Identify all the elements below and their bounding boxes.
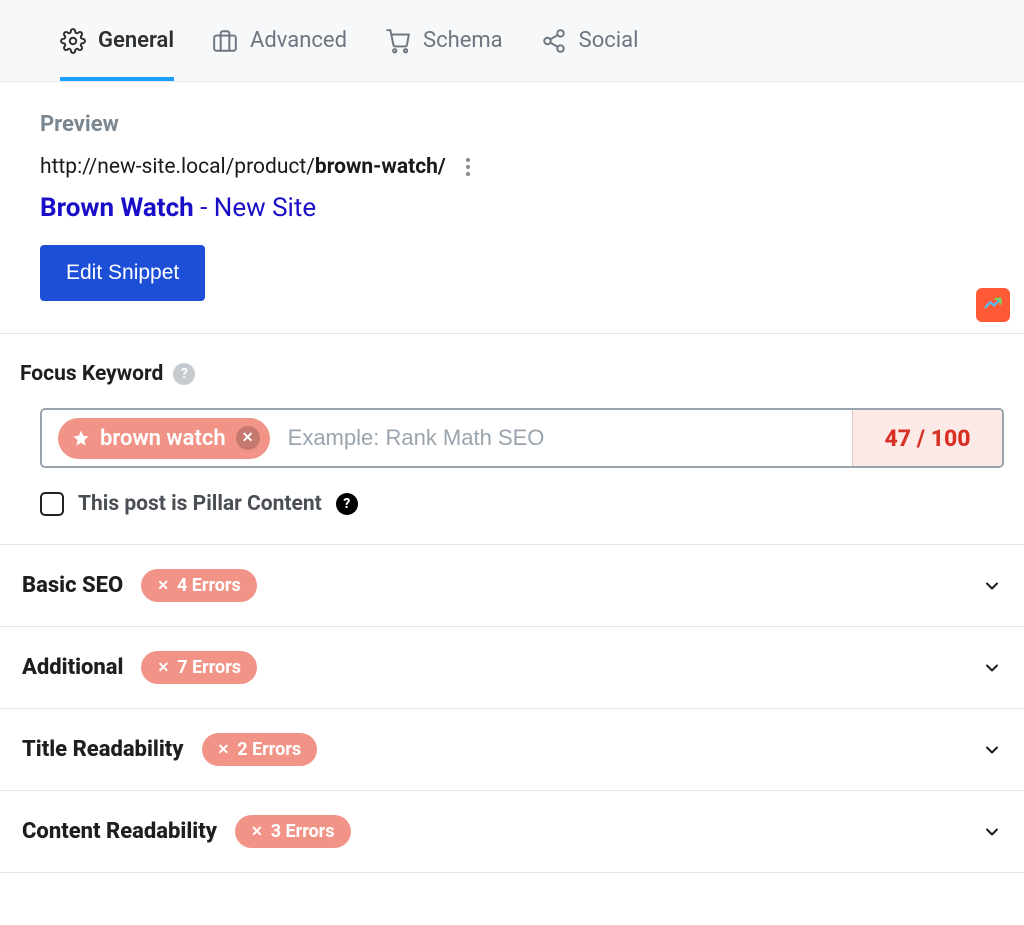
trend-widget-button[interactable] [976,288,1010,322]
error-count: 7 Errors [177,657,241,678]
error-badge: ✕ 4 Errors [141,569,257,602]
acc-content-readability[interactable]: Content Readability ✕ 3 Errors [0,791,1024,873]
focus-keyword-section: Focus Keyword ? brown watch ✕ 47 / 100 T… [0,334,1024,516]
tab-label: Advanced [250,28,347,53]
preview-serp-title: Brown Watch - New Site [40,193,984,223]
preview-url-row: http://new-site.local/product/brown-watc… [40,155,984,179]
preview-url-prefix: http://new-site.local/product/ [40,155,315,179]
x-icon: ✕ [157,578,169,594]
chevron-down-icon [982,576,1002,596]
error-count: 4 Errors [177,575,241,596]
tab-general[interactable]: General [60,0,174,81]
serp-title-main: Brown Watch [40,193,194,223]
gear-icon [60,28,86,54]
acc-title-readability[interactable]: Title Readability ✕ 2 Errors [0,709,1024,791]
acc-title: Title Readability [22,737,184,762]
share-icon [541,28,567,54]
edit-snippet-button[interactable]: Edit Snippet [40,245,205,301]
acc-title: Content Readability [22,819,217,844]
tab-schema[interactable]: Schema [385,0,503,81]
briefcase-icon [212,28,238,54]
acc-title: Basic SEO [22,573,123,598]
keyword-chip-text: brown watch [100,426,226,451]
seo-score-badge: 47 / 100 [852,410,1002,466]
remove-chip-icon[interactable]: ✕ [236,426,260,450]
tab-label: Social [579,28,639,53]
error-count: 3 Errors [271,821,335,842]
star-icon [72,429,90,447]
error-count: 2 Errors [237,739,301,760]
preview-url-slug: brown-watch/ [315,155,446,179]
x-icon: ✕ [251,824,263,840]
pillar-content-label: This post is Pillar Content [78,492,322,516]
acc-title: Additional [22,655,123,680]
acc-additional[interactable]: Additional ✕ 7 Errors [0,627,1024,709]
pillar-content-checkbox[interactable] [40,492,64,516]
preview-section: Preview http://new-site.local/product/br… [0,82,1024,301]
seo-sections-accordion: Basic SEO ✕ 4 Errors Additional ✕ 7 Erro… [0,544,1024,873]
tab-advanced[interactable]: Advanced [212,0,347,81]
chevron-down-icon [982,740,1002,760]
trend-arrow-icon [983,293,1003,317]
tab-label: Schema [423,28,503,53]
help-icon[interactable]: ? [173,363,195,385]
acc-basic-seo[interactable]: Basic SEO ✕ 4 Errors [0,545,1024,627]
help-icon[interactable]: ? [336,493,358,515]
kebab-menu-icon[interactable] [460,157,476,177]
preview-label: Preview [40,112,984,137]
serp-title-sep: - [194,193,214,223]
cart-icon [385,28,411,54]
focus-keyword-label: Focus Keyword [20,362,163,386]
tabs-bar: General Advanced Schema Social [0,0,1024,82]
tab-social[interactable]: Social [541,0,639,81]
focus-keyword-field: brown watch ✕ 47 / 100 [40,408,1004,468]
x-icon: ✕ [157,660,169,676]
serp-title-site: New Site [214,193,316,223]
x-icon: ✕ [218,742,230,758]
error-badge: ✕ 7 Errors [141,651,257,684]
tab-label: General [98,28,174,53]
keyword-chip[interactable]: brown watch ✕ [58,418,270,459]
chevron-down-icon [982,658,1002,678]
error-badge: ✕ 3 Errors [235,815,351,848]
error-badge: ✕ 2 Errors [202,733,318,766]
chevron-down-icon [982,822,1002,842]
focus-keyword-input[interactable] [288,425,836,451]
